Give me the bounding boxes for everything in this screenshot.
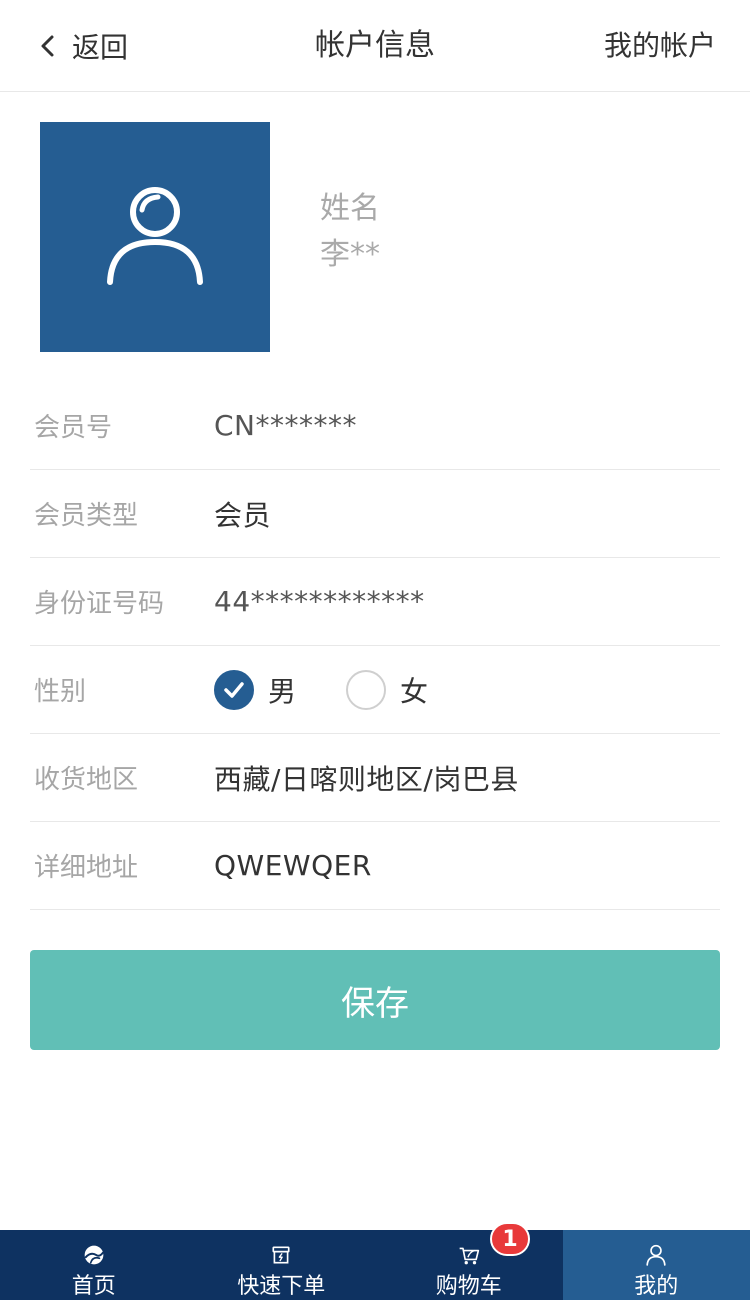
- region-value[interactable]: 西藏/日喀则地区/岗巴县: [214, 758, 519, 798]
- gender-male-label: 男: [268, 674, 297, 708]
- name-block: 姓名 李**: [320, 188, 380, 276]
- address-row: 详细地址 QWEWQER: [30, 822, 720, 910]
- address-input[interactable]: QWEWQER: [214, 849, 372, 882]
- member-type-row: 会员类型 会员: [30, 470, 720, 558]
- tab-home-label: 首页: [71, 1274, 116, 1299]
- address-label: 详细地址: [34, 853, 139, 883]
- member-no-row: 会员号 CN*******: [30, 382, 720, 470]
- gender-female-label: 女: [400, 674, 429, 708]
- user-icon: [646, 1244, 666, 1266]
- my-account-link[interactable]: 我的帐户: [604, 24, 716, 68]
- tab-quick-order[interactable]: 快速下单: [188, 1230, 376, 1300]
- name-value: 李**: [320, 237, 380, 272]
- radio-empty-icon: [346, 669, 387, 710]
- user-avatar-icon: [107, 187, 203, 285]
- checkmark-icon: [214, 669, 254, 710]
- region-label: 收货地区: [34, 765, 139, 795]
- store-icon: [272, 1246, 290, 1264]
- member-no-value: CN*******: [214, 409, 357, 442]
- account-form: 会员号 CN******* 会员类型 会员 身份证号码 44**********…: [30, 382, 720, 910]
- gender-male-radio[interactable]: 男: [214, 669, 297, 710]
- save-button[interactable]: 保存: [30, 950, 720, 1050]
- region-row[interactable]: 收货地区 西藏/日喀则地区/岗巴县: [30, 734, 720, 822]
- id-number-value[interactable]: 44************: [214, 585, 425, 618]
- tab-quick-order-label: 快速下单: [237, 1274, 326, 1299]
- gender-row: 性别 男 女: [30, 646, 720, 734]
- top-nav-bar: 返回 帐户信息 我的帐户: [0, 0, 750, 92]
- avatar[interactable]: [40, 122, 270, 352]
- member-type-label: 会员类型: [34, 501, 139, 531]
- cart-icon: [459, 1247, 479, 1265]
- bottom-tab-bar: 首页 快速下单 购物车 我的: [0, 1230, 750, 1300]
- tab-home[interactable]: 首页: [0, 1230, 188, 1300]
- tab-mine[interactable]: 我的: [562, 1230, 750, 1300]
- member-type-value: 会员: [214, 498, 272, 532]
- tab-mine-label: 我的: [634, 1274, 679, 1299]
- cart-badge: 1: [490, 1222, 530, 1256]
- tab-cart[interactable]: 购物车: [375, 1230, 563, 1300]
- id-number-row: 身份证号码 44************: [30, 558, 720, 646]
- member-no-label: 会员号: [34, 413, 113, 443]
- gender-label: 性别: [34, 677, 87, 707]
- name-label: 姓名: [320, 191, 380, 226]
- gender-female-radio[interactable]: 女: [346, 669, 429, 710]
- home-logo-icon: [84, 1245, 104, 1265]
- tab-cart-label: 购物车: [435, 1274, 502, 1299]
- id-number-label: 身份证号码: [34, 589, 165, 619]
